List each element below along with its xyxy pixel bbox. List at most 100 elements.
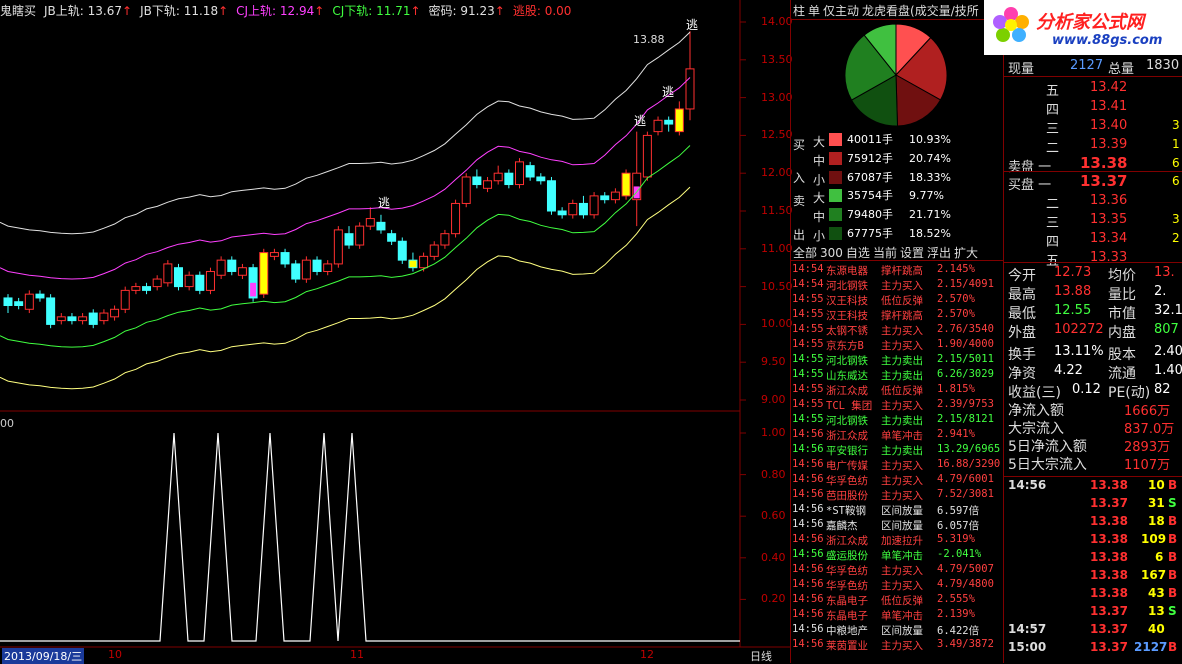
radar-trade-row[interactable]: 14:56 莱茵置业 主力买入 3.49/3872 [791,638,1005,653]
radar-trade-row[interactable]: 14:56 芭田股份 主力买入 7.52/3081 [791,488,1005,503]
candle[interactable] [600,192,610,204]
candle[interactable] [653,116,663,136]
candle[interactable] [269,248,279,261]
candle[interactable] [610,188,620,204]
radar-trade-row[interactable]: 14:56 华孚色纺 主力买入 4.79/5007 [791,563,1005,578]
radar-trade-row[interactable]: 14:56 盛运股份 单笔冲击 -2.041% [791,548,1005,563]
candle[interactable] [312,256,322,276]
candle[interactable] [568,199,578,219]
candle[interactable] [365,207,375,230]
candle[interactable] [515,158,524,189]
tab-column[interactable]: 柱 [793,2,805,19]
radar-trade-row[interactable]: 14:54 河北钢铁 主力买入 2.15/4091 [791,278,1005,293]
radar-trade-row[interactable]: 14:56 电广传媒 主力买入 16.88/3290 [791,458,1005,473]
candle[interactable] [110,305,120,321]
candle[interactable] [451,199,461,238]
candle[interactable] [3,294,13,314]
candle[interactable] [387,229,397,246]
candle[interactable] [184,271,194,291]
radar-trade-row[interactable]: 14:55 河北钢铁 主力卖出 2.15/8121 [791,413,1005,428]
candle[interactable] [408,252,418,272]
radar-trade-row[interactable]: 14:54 东源电器 撑杆跳高 2.145% [791,263,1005,278]
tab-single[interactable]: 单 [808,2,820,19]
candle[interactable] [142,282,152,295]
radar-control-button[interactable]: 扩大 [954,246,978,260]
candle[interactable] [205,267,215,295]
tab-dragon-tiger[interactable]: 龙虎看盘(成交量/技所 [862,2,979,19]
candle[interactable] [493,165,503,185]
candle[interactable] [24,290,34,314]
candle[interactable] [237,263,247,280]
candle[interactable] [344,226,354,249]
candle[interactable] [461,173,471,208]
candle[interactable] [546,176,556,215]
period-label[interactable]: 日线 [750,648,772,664]
candle[interactable] [14,297,24,310]
radar-trade-row[interactable]: 14:55 浙江众成 低位反弹 1.815% [791,383,1005,398]
radar-trade-row[interactable]: 14:56 浙江众成 单笔冲击 2.941% [791,428,1005,443]
candle[interactable] [472,169,482,189]
candle[interactable] [621,169,631,200]
radar-trade-row[interactable]: 14:56 东晶电子 单笔冲击 2.139% [791,608,1005,623]
candle[interactable] [301,256,311,283]
candle[interactable] [35,290,45,302]
candle[interactable] [99,309,109,325]
candle[interactable] [397,237,407,264]
candle[interactable] [536,173,546,185]
candle[interactable] [291,260,301,283]
radar-control-button[interactable]: 自选 [846,246,870,260]
candle[interactable] [578,195,588,219]
radar-control-button[interactable]: 当前 [873,246,897,260]
candle[interactable] [131,282,141,295]
radar-trade-row[interactable]: 14:55 汉王科技 撑杆跳高 2.570% [791,308,1005,323]
candle[interactable] [376,214,386,234]
radar-control-button[interactable]: 设置 [900,246,924,260]
radar-trade-row[interactable]: 14:55 山东威达 主力卖出 6.26/3029 [791,368,1005,383]
radar-trade-row[interactable]: 14:55 京东方B 主力买入 1.90/4000 [791,338,1005,353]
candle[interactable] [664,116,674,132]
candle[interactable] [642,131,652,181]
radar-trade-row[interactable]: 14:56 中粮地产 区间放量 6.422倍 [791,623,1005,638]
radar-trade-row[interactable]: 14:56 华孚色纺 主力买入 4.79/6001 [791,473,1005,488]
radar-trade-row[interactable]: 14:56 嘉麟杰 区间放量 6.057倍 [791,518,1005,533]
candle[interactable] [216,256,226,280]
candle[interactable] [163,260,173,287]
candle[interactable] [195,271,205,295]
candle[interactable] [152,275,162,291]
radar-control-button[interactable]: 浮出 [927,246,951,260]
radar-trade-row[interactable]: 14:56 东晶电子 低位反弹 2.555% [791,593,1005,608]
candle[interactable] [280,248,290,268]
candle[interactable] [632,131,642,227]
candle[interactable] [323,260,333,276]
candle[interactable] [685,31,695,121]
candle[interactable] [67,313,77,325]
radar-trade-row[interactable]: 14:56 浙江众成 加速拉升 5.319% [791,533,1005,548]
candle[interactable] [483,176,493,193]
candle[interactable] [355,222,365,249]
radar-trade-row[interactable]: 14:55 汉王科技 低位反弹 2.570% [791,293,1005,308]
candle[interactable] [525,161,535,181]
candle[interactable] [333,226,343,268]
radar-trade-row[interactable]: 14:55 河北钢铁 主力卖出 2.15/5011 [791,353,1005,368]
kline-chart-area[interactable]: 鬼瞎买 JB上轨: 13.67↑ JB下轨: 11.18↑ CJ上轨: 12.94↑ C… [0,0,793,664]
candle[interactable] [227,256,237,276]
candle[interactable] [259,248,269,298]
radar-trade-row[interactable]: 14:56 *ST鞍钢 区间放量 6.597倍 [791,503,1005,518]
radar-control-button[interactable]: 全部 [793,246,817,260]
radar-trade-row[interactable]: 14:55 TCL 集团 主力买入 2.39/9753 [791,398,1005,413]
candle[interactable] [429,241,439,261]
candle[interactable] [174,263,183,291]
candle[interactable] [56,313,66,325]
candle[interactable] [46,294,56,329]
candle[interactable] [504,169,514,189]
candle[interactable] [674,101,684,136]
candle[interactable] [78,313,88,325]
candle[interactable] [557,207,567,219]
candle[interactable] [120,286,130,314]
candle[interactable] [248,263,258,302]
candle[interactable] [589,192,599,219]
radar-trade-row[interactable]: 14:56 平安银行 主力卖出 13.29/6965 [791,443,1005,458]
radar-control-button[interactable]: 300 [820,246,843,260]
tab-active-only[interactable]: 仅主动 [823,2,859,19]
radar-trade-row[interactable]: 14:56 华孚色纺 主力买入 4.79/4800 [791,578,1005,593]
